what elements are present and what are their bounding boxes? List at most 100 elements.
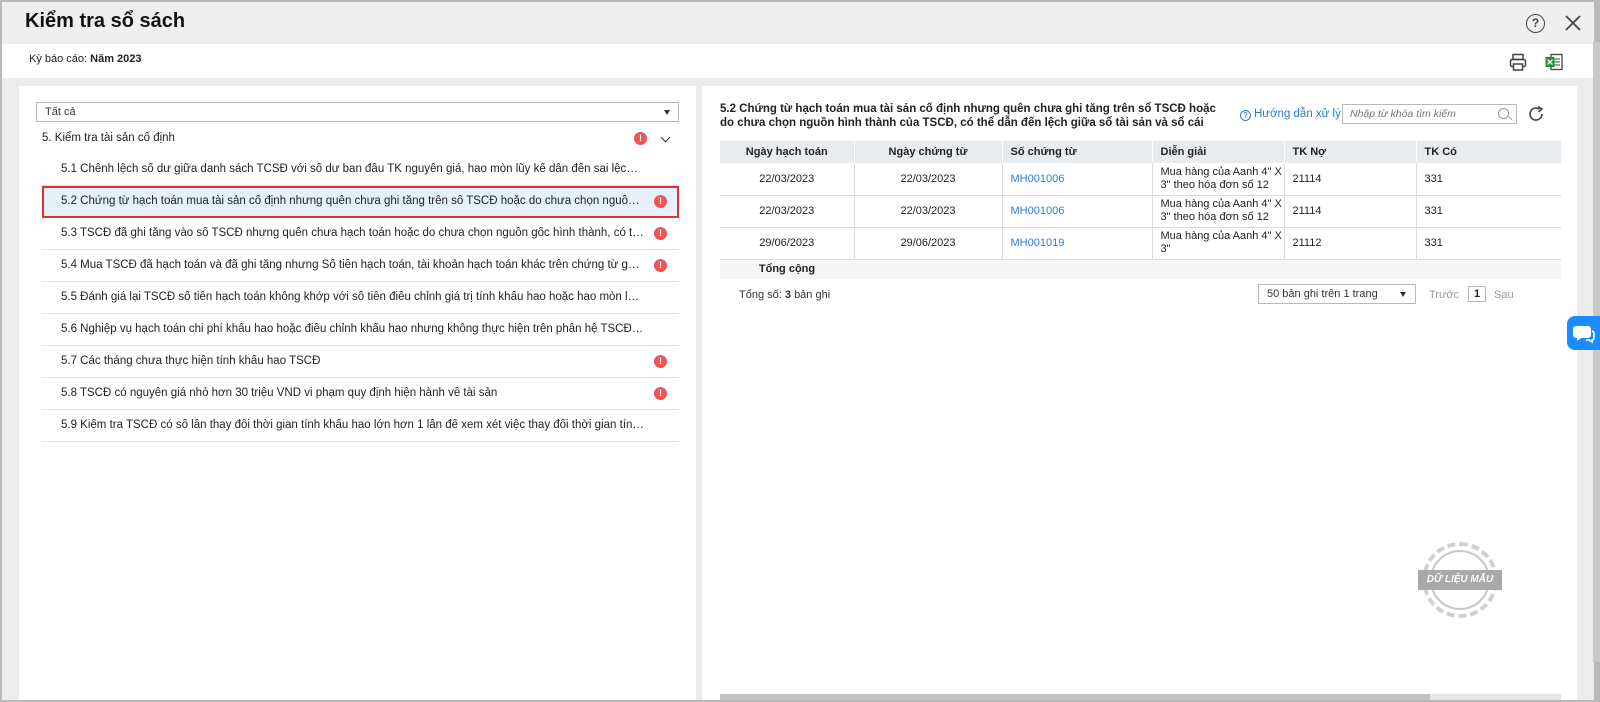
help-icon[interactable]: ? [1526,14,1545,33]
alert-icon: ! [634,132,647,145]
description-cell: Mua hàng của Aanh 4" X 3" theo hóa đơn s… [1152,195,1285,228]
check-item-label: 5.8 TSCĐ có nguyên giá nhỏ hơn 30 triệu … [61,387,498,399]
alert-icon: ! [654,195,667,208]
group-label: 5. Kiểm tra tài sản cố định [42,132,175,144]
doc-number-link[interactable]: MH001019 [1002,227,1153,260]
alert-icon: ! [654,227,667,240]
excel-export-icon[interactable] [1544,52,1564,72]
page-number[interactable]: 1 [1468,286,1486,302]
report-period-bar: Kỳ báo cáo: Năm 2023 [2,44,1594,78]
check-item[interactable]: 5.1 Chênh lệch số dư giữa danh sách TCSĐ… [42,154,679,186]
check-list-panel: Tất cả 5. Kiểm tra tài sản cố định ! 5.1… [19,86,696,700]
scrollbar-thumb[interactable] [720,694,1430,700]
guide-label: Hướng dẫn xử lý [1254,108,1341,120]
filter-select[interactable]: Tất cả [36,102,679,122]
posting-date-cell: 22/03/2023 [720,195,855,228]
search-box [1342,104,1517,124]
page-size-select[interactable]: 50 bản ghi trên 1 trang [1258,284,1416,304]
description-cell: Mua hàng của Aanh 4" X 3" theo hóa đơn s… [1152,163,1285,196]
next-page-button[interactable]: Sau [1494,289,1514,301]
question-circle-icon: ? [1240,110,1251,121]
check-item[interactable]: 5.6 Nghiệp vụ hạch toán chi phí khấu hao… [42,314,679,346]
check-item[interactable]: 5.8 TSCĐ có nguyên giá nhỏ hơn 30 triệu … [42,378,679,410]
posting-date-cell: 22/03/2023 [720,163,855,196]
table-row[interactable]: 29/06/2023 29/06/2023 MH001019 Mua hàng của… [720,227,1561,260]
col-doc-date[interactable]: Ngày chứng từ [854,141,1003,163]
total-row: Tổng cộng [720,259,1561,279]
prev-page-button[interactable]: Trước [1429,289,1459,301]
debit-account-cell: 21112 [1284,227,1417,260]
dialog-titlebar: Kiểm tra sổ sách ? [2,2,1594,44]
total-cell [854,259,1002,279]
sample-data-watermark: DỮ LIỆU MẪU [1418,542,1502,618]
print-icon[interactable] [1508,52,1528,72]
doc-date-cell: 22/03/2023 [854,195,1003,228]
doc-date-cell: 22/03/2023 [854,163,1003,196]
close-icon[interactable] [1562,12,1584,34]
doc-number-link[interactable]: MH001006 [1002,163,1153,196]
table-header-row: Ngày hạch toán Ngày chứng từ Số chứng từ… [720,141,1561,163]
col-description[interactable]: Diễn giải [1152,141,1285,163]
group-fixed-assets[interactable]: 5. Kiểm tra tài sản cố định ! [42,128,679,150]
check-item-label: 5.6 Nghiệp vụ hạch toán chi phí khấu hao… [61,323,644,335]
table-row[interactable]: 22/03/2023 22/03/2023 MH001006 Mua hàng của… [720,195,1561,228]
doc-date-cell: 29/06/2023 [854,227,1003,260]
alert-icon: ! [654,387,667,400]
chevron-down-icon[interactable] [660,132,671,143]
horizontal-scrollbar[interactable] [720,694,1561,700]
report-period: Kỳ báo cáo: Năm 2023 [29,53,142,65]
count-prefix: Tổng số: [739,289,782,301]
table-row[interactable]: 22/03/2023 22/03/2023 MH001006 Mua hàng của… [720,163,1561,196]
check-item-label: 5.2 Chứng từ hạch toán mua tài sản cố đị… [61,195,644,207]
dialog-title: Kiểm tra sổ sách [25,10,186,32]
search-icon[interactable] [1498,108,1509,119]
debit-account-cell: 21114 [1284,195,1417,228]
vertical-scrollbar[interactable] [1593,42,1600,662]
watermark-text: DỮ LIỆU MẪU [1418,570,1502,590]
voucher-table: Ngày hạch toán Ngày chứng từ Số chứng từ… [720,141,1561,279]
alert-icon: ! [654,259,667,272]
posting-date-cell: 29/06/2023 [720,227,855,260]
total-label: Tổng cộng [720,259,854,279]
check-item[interactable]: 5.5 Đánh giá lại TSCĐ số tiền hạch toán … [42,282,679,314]
check-item[interactable]: 5.2 Chứng từ hạch toán mua tài sản cố đị… [42,186,679,218]
alert-icon: ! [654,355,667,368]
credit-account-cell: 331 [1416,195,1561,228]
col-debit-account[interactable]: TK Nợ [1284,141,1417,163]
filter-value: Tất cả [45,106,76,118]
col-credit-account[interactable]: TK Có [1416,141,1561,163]
description-cell: Mua hàng của Aanh 4" X 3" [1152,227,1285,260]
doc-number-link[interactable]: MH001006 [1002,195,1153,228]
total-cell [1152,259,1284,279]
check-books-dialog: Kiểm tra sổ sách ? Kỳ báo cáo: Năm 2023 … [2,2,1594,700]
refresh-icon[interactable] [1526,104,1546,124]
col-doc-number[interactable]: Số chứng từ [1002,141,1153,163]
period-value: Năm 2023 [90,53,142,65]
count-value: 3 [784,289,791,301]
check-item[interactable]: 5.7 Các tháng chưa thực hiện tính khấu h… [42,346,679,378]
check-item[interactable]: 5.3 TSCĐ đã ghi tăng vào sổ TSCĐ nhưng q… [42,218,679,250]
check-item-label: 5.9 Kiểm tra TSCĐ có số lần thay đổi thờ… [61,419,644,431]
check-item-label: 5.7 Các tháng chưa thực hiện tính khấu h… [61,355,321,367]
chat-bubble-icon [1573,326,1595,344]
period-label: Kỳ báo cáo: [29,53,88,65]
count-suffix: bản ghi [794,289,831,301]
dropdown-caret-icon [664,110,670,115]
col-posting-date[interactable]: Ngày hạch toán [720,141,855,163]
chat-button[interactable] [1567,316,1600,350]
check-item-label: 5.1 Chênh lệch số dư giữa danh sách TCSĐ… [61,163,644,175]
check-item[interactable]: 5.4 Mua TSCĐ đã hạch toán và đã ghi tăng… [42,250,679,282]
total-cell [1284,259,1416,279]
page-size-value: 50 bản ghi trên 1 trang [1267,288,1378,300]
dropdown-caret-icon [1400,292,1406,297]
guide-link[interactable]: ? Hướng dẫn xử lý [1240,108,1341,121]
search-input[interactable] [1343,105,1493,123]
check-item[interactable]: 5.9 Kiểm tra TSCĐ có số lần thay đổi thờ… [42,410,679,442]
total-cell [1416,259,1561,279]
record-count: Tổng số: 3 bản ghi [739,289,830,301]
check-item-label: 5.4 Mua TSCĐ đã hạch toán và đã ghi tăng… [61,259,644,271]
credit-account-cell: 331 [1416,163,1561,196]
check-item-label: 5.3 TSCĐ đã ghi tăng vào sổ TSCĐ nhưng q… [61,227,644,239]
credit-account-cell: 331 [1416,227,1561,260]
total-cell [1002,259,1152,279]
